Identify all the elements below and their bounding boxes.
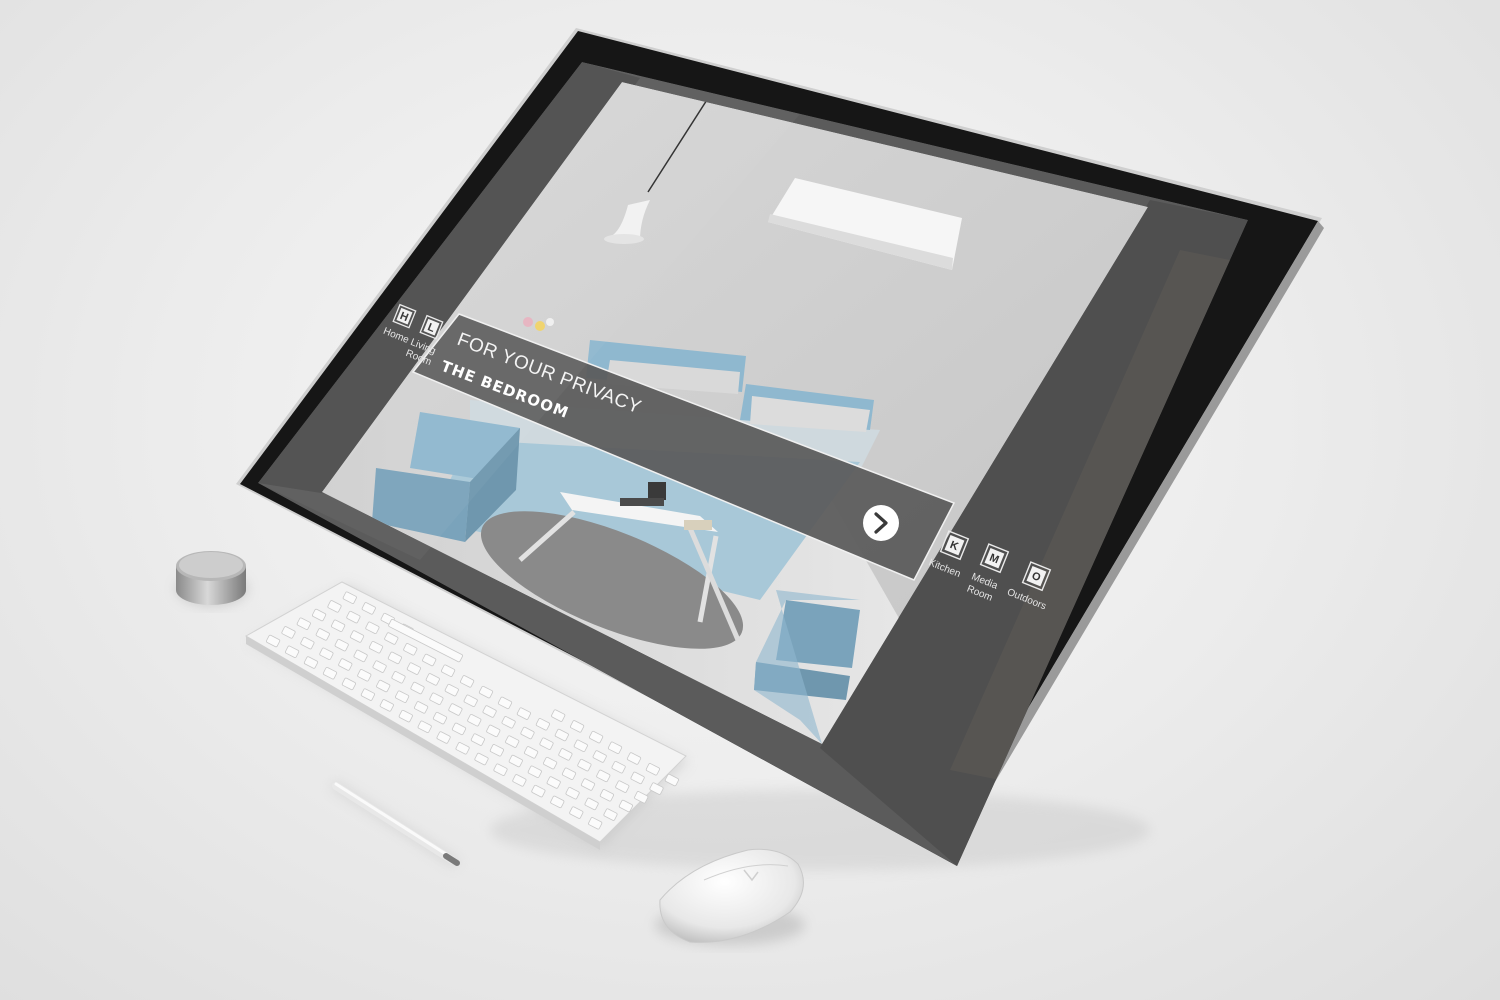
stylus-pen[interactable] xyxy=(331,781,460,867)
dial-knob[interactable] xyxy=(176,551,248,606)
next-button[interactable] xyxy=(863,505,899,541)
desk-scene: FOR YOUR PRIVACY THE BEDROOM H Home L Li… xyxy=(176,28,1324,945)
